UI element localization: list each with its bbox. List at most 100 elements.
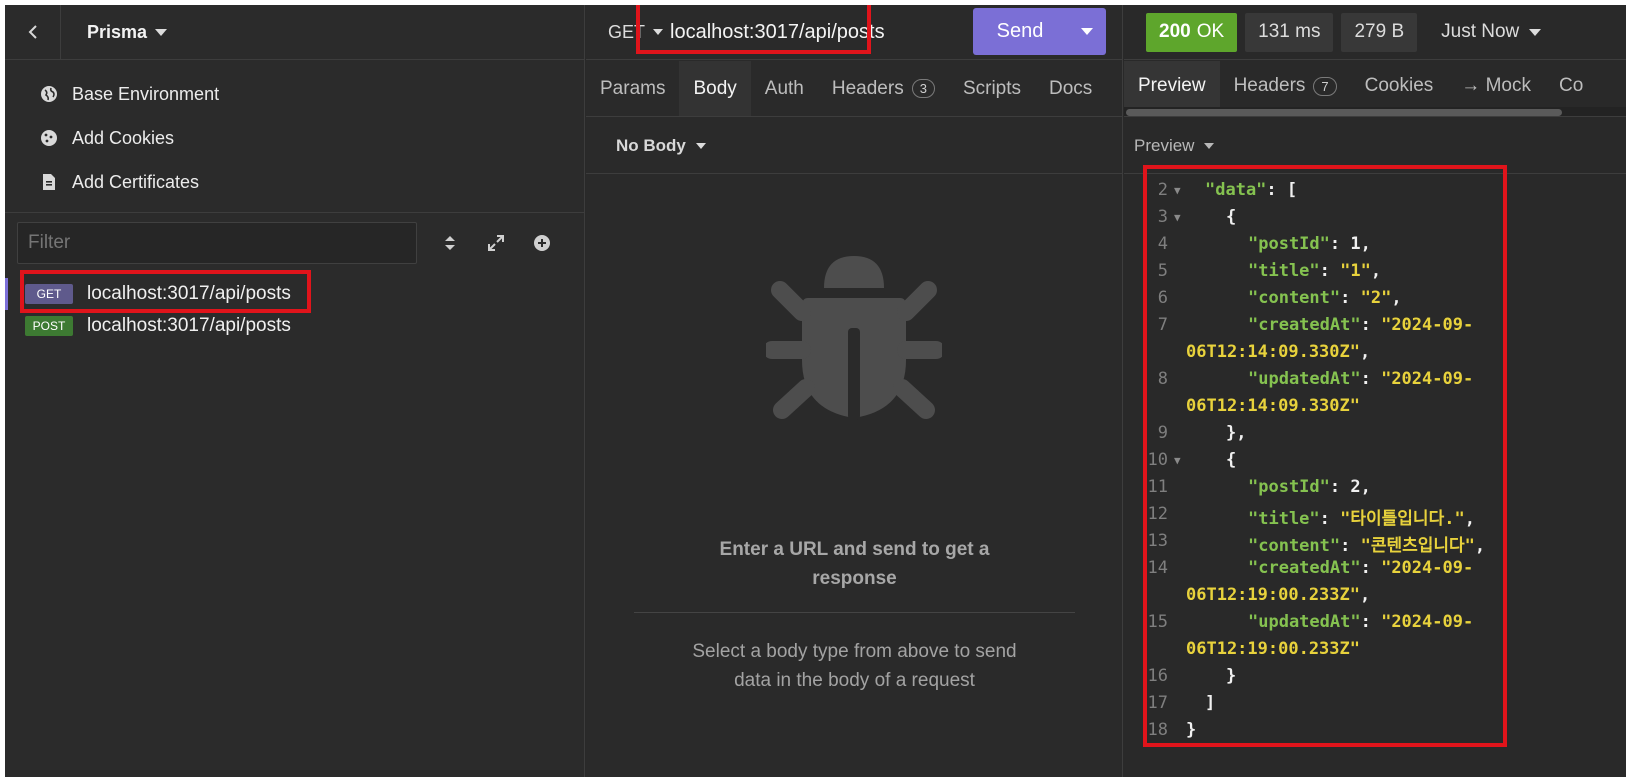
tab-label: Body (693, 77, 737, 99)
filter-input[interactable] (17, 222, 417, 264)
empty-state-title: Enter a URL and send to get a response (719, 539, 990, 589)
request-pane: GET localhost:3017/api/posts Send Params… (586, 5, 1123, 777)
response-time: 131 ms (1245, 12, 1334, 52)
json-string: "1" (1340, 261, 1371, 281)
json-key: "title" (1248, 261, 1320, 281)
json-key: "content" (1248, 536, 1341, 556)
method-select[interactable]: GET (586, 22, 666, 43)
globe-icon (41, 86, 57, 102)
plus-circle-icon (534, 235, 550, 251)
count-badge: 3 (911, 79, 935, 98)
json-string: "2024-09- (1381, 369, 1474, 389)
method-badge: POST (25, 316, 73, 336)
expand-icon (488, 235, 504, 251)
divider (634, 612, 1075, 613)
line-number: 7 (1157, 315, 1168, 335)
fold-triangle-icon[interactable]: ▼ (1174, 184, 1181, 197)
add-certificates-item[interactable]: Add Certificates (5, 160, 585, 204)
line-number: 9 (1157, 423, 1168, 443)
code-line: 06T12:19:00.233Z" (1186, 639, 1360, 659)
url-input[interactable]: localhost:3017/api/posts (666, 21, 926, 44)
url-bar: GET localhost:3017/api/posts Send (586, 5, 1123, 60)
line-number: 12 (1147, 504, 1168, 524)
json-key: "title" (1248, 509, 1320, 529)
tab-label: Preview (1138, 75, 1206, 96)
send-options-button[interactable] (1067, 8, 1106, 55)
tab-scripts[interactable]: Scripts (949, 61, 1035, 116)
tab-label: → Mock (1461, 75, 1531, 96)
send-button[interactable]: Send (973, 8, 1106, 55)
scrollbar-thumb[interactable] (1126, 109, 1562, 116)
sort-icon (445, 236, 455, 250)
tab-docs[interactable]: Docs (1035, 61, 1106, 116)
count-badge: 7 (1313, 76, 1337, 96)
tab-cookies[interactable]: Cookies (1351, 61, 1448, 111)
code-line: }, (1226, 423, 1247, 443)
code-line: "content": "2", (1248, 288, 1402, 308)
base-environment-item[interactable]: Base Environment (5, 72, 585, 116)
code-line: "title": "타이틀입니다.", (1248, 509, 1475, 529)
tab-preview[interactable]: Preview (1124, 61, 1220, 111)
add-certificates-label: Add Certificates (72, 171, 200, 192)
json-string: 06T12:14:09.330Z" (1186, 396, 1360, 416)
status-badge: 200 OK (1146, 12, 1238, 52)
tab-body[interactable]: Body (679, 61, 751, 116)
line-number: 17 (1147, 693, 1168, 713)
history-label: Just Now (1441, 21, 1520, 42)
json-string: "2024-09- (1381, 558, 1474, 578)
request-item-get[interactable]: GET localhost:3017/api/posts (5, 278, 585, 310)
line-number: 13 (1147, 531, 1168, 551)
add-cookies-item[interactable]: Add Cookies (5, 116, 585, 160)
line-number: 8 (1157, 369, 1168, 389)
tab-label: Auth (764, 77, 804, 99)
fold-triangle-icon[interactable]: ▼ (1174, 211, 1181, 224)
request-url: localhost:3017/api/posts (87, 283, 291, 304)
json-key: "postId" (1248, 234, 1330, 254)
tab-response-headers[interactable]: Headers 7 (1220, 61, 1351, 111)
tab-console[interactable]: Co (1545, 61, 1597, 111)
tab-params[interactable]: Params (586, 61, 679, 116)
code-line: "postId": 2, (1248, 477, 1371, 497)
base-environment-label: Base Environment (72, 83, 220, 104)
tab-label: Docs (1049, 77, 1093, 99)
request-item-post[interactable]: POST localhost:3017/api/posts (5, 310, 585, 342)
json-viewer[interactable]: 2 3 4 5 6 7 8 9 10 11 12 13 14 15 16 17 … (1124, 176, 1626, 777)
sort-button[interactable] (427, 222, 473, 264)
tab-auth[interactable]: Auth (751, 61, 818, 116)
line-number: 16 (1147, 666, 1168, 686)
json-key: "updatedAt" (1248, 369, 1361, 389)
line-number: 5 (1157, 261, 1168, 281)
code-line: } (1226, 666, 1237, 686)
bug-icon (766, 256, 942, 420)
json-string: 06T12:19:00.233Z" (1186, 639, 1360, 659)
json-number: 1 (1350, 234, 1361, 254)
tab-mock[interactable]: → Mock (1447, 61, 1545, 111)
code-line: "updatedAt": "2024-09- (1248, 612, 1474, 632)
certificate-icon (43, 174, 55, 190)
code-line: "content": "콘텐츠입니다", (1248, 536, 1486, 556)
add-cookies-label: Add Cookies (72, 127, 175, 148)
expand-button[interactable] (473, 222, 519, 264)
method-badge: GET (25, 284, 73, 304)
tab-headers[interactable]: Headers 3 (818, 61, 949, 116)
project-selector[interactable]: Prisma (61, 5, 168, 60)
filter-row (17, 222, 585, 264)
response-pane: 200 OK 131 ms 279 B Just Now Preview Hea… (1124, 5, 1626, 777)
response-status-bar: 200 OK 131 ms 279 B Just Now (1124, 5, 1626, 60)
request-url: localhost:3017/api/posts (87, 315, 291, 336)
preview-mode-selector[interactable]: Preview (1124, 118, 1626, 174)
code-line: ] (1205, 693, 1216, 713)
json-string: "2" (1360, 288, 1392, 308)
cookie-icon (41, 130, 57, 146)
caret-down-icon (1529, 28, 1542, 36)
code-line: { (1226, 207, 1237, 227)
add-request-button[interactable] (519, 222, 565, 264)
body-type-selector[interactable]: No Body (586, 118, 1123, 174)
history-selector[interactable]: Just Now (1425, 21, 1542, 43)
tabs-scrollbar[interactable] (1124, 107, 1626, 117)
back-button[interactable] (5, 5, 61, 60)
line-number: 2 (1157, 180, 1168, 200)
json-key: "updatedAt" (1248, 612, 1361, 632)
sidebar-header: Prisma (5, 5, 585, 60)
fold-triangle-icon[interactable]: ▼ (1174, 454, 1181, 467)
